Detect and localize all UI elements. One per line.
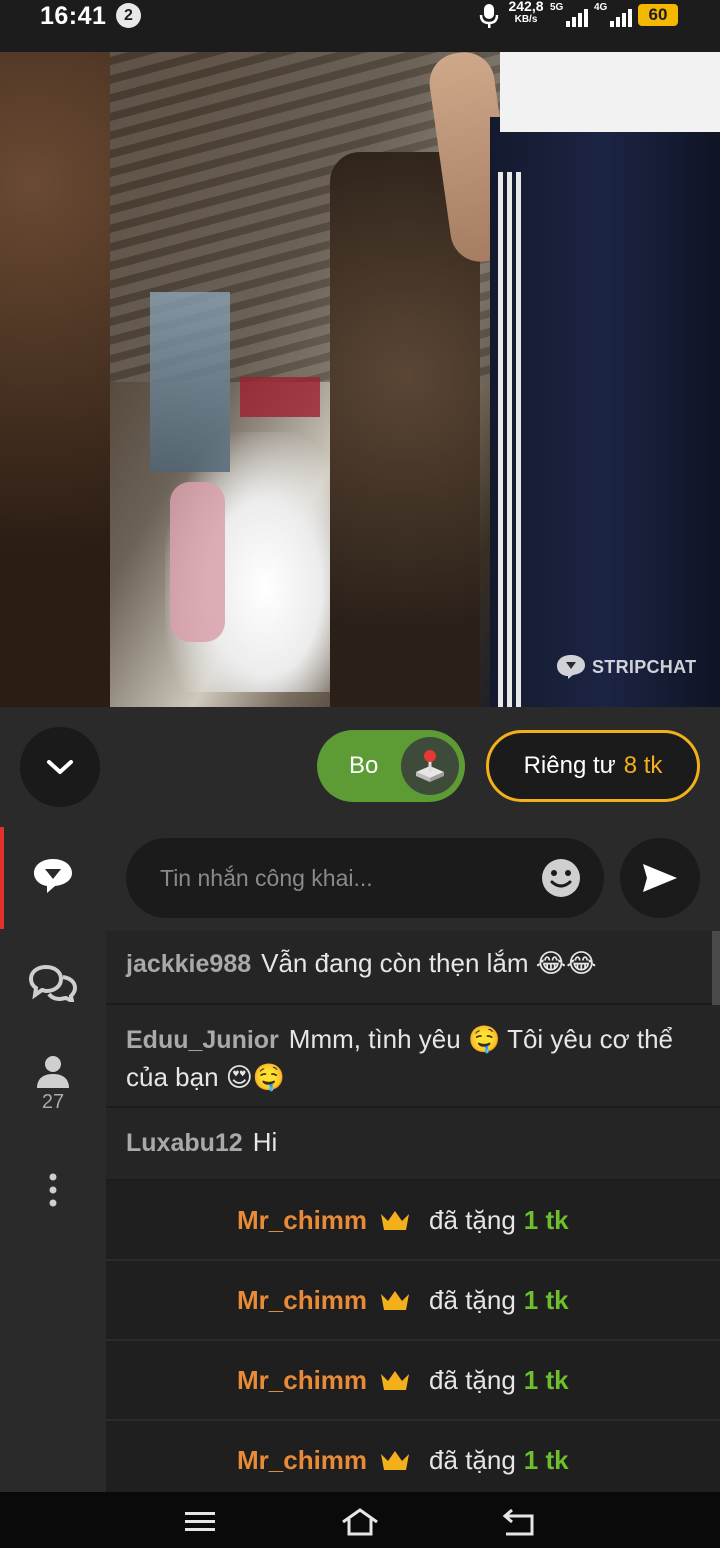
message-text: Vẫn đang còn thẹn lắm 😂😂	[261, 948, 597, 978]
crown-icon	[381, 1451, 410, 1470]
live-video[interactable]: STRIPCHAT	[0, 52, 720, 707]
crown-icon	[381, 1211, 410, 1230]
message-username[interactable]: Eduu_Junior	[126, 1026, 279, 1054]
chevron-down-icon	[47, 760, 73, 774]
crown-icon	[381, 1291, 410, 1310]
tipper-username[interactable]: Mr_chimm	[237, 1445, 367, 1476]
messages-icon	[29, 964, 77, 1002]
chat-message: Eduu_Junior Mmm, tình yêu 🤤 Tôi yêu cơ th…	[106, 1005, 720, 1108]
collapse-button[interactable]	[20, 727, 100, 807]
battery-icon: 60	[638, 4, 678, 26]
stripchat-logo-icon	[557, 655, 585, 679]
tip-action: đã tặng	[429, 1364, 516, 1395]
tip-button-label: Bo	[349, 752, 379, 779]
tab-viewers[interactable]: 27	[0, 1055, 106, 1114]
microphone-icon	[479, 4, 499, 28]
send-button[interactable]	[620, 838, 700, 918]
chat-input-row	[106, 827, 720, 931]
tip-amount: 1 tk	[523, 1204, 569, 1235]
user-icon	[37, 1056, 69, 1088]
tab-private-messages[interactable]	[0, 964, 106, 1002]
chat-message-list[interactable]: jackkie988 Vẫn đang còn thẹn lắm 😂😂 Eduu_…	[106, 931, 720, 1492]
chat-side-rail: 27	[0, 827, 106, 1492]
watermark-text: STRIPCHAT	[592, 656, 697, 677]
tip-action: đã tặng	[429, 1444, 516, 1475]
tab-public-chat[interactable]	[0, 857, 106, 895]
tipper-username[interactable]: Mr_chimm	[237, 1285, 367, 1316]
more-vertical-icon	[49, 1173, 57, 1207]
tipper-username[interactable]: Mr_chimm	[237, 1365, 367, 1396]
tip-amount: 1 tk	[523, 1284, 569, 1315]
chat-bubble-icon	[34, 859, 72, 893]
home-icon[interactable]	[340, 1506, 380, 1536]
tip-action: đã tặng	[429, 1204, 516, 1235]
tip-action: đã tặng	[429, 1284, 516, 1315]
back-icon[interactable]	[500, 1506, 540, 1536]
status-time: 16:41	[40, 2, 107, 30]
public-message-input[interactable]	[126, 838, 604, 918]
message-username[interactable]: jackkie988	[126, 950, 251, 978]
chat-message: jackkie988 Vẫn đang còn thẹn lắm 😂😂	[106, 931, 720, 1005]
joystick-icon	[401, 737, 459, 795]
private-label: Riêng tư	[523, 752, 616, 779]
viewer-count: 27	[41, 1091, 65, 1113]
signal-5g-icon: 5G	[550, 2, 588, 30]
tip-amount: 1 tk	[523, 1444, 569, 1475]
more-options-button[interactable]	[0, 1173, 106, 1207]
chat-scrollbar[interactable]	[712, 931, 720, 1005]
tip-notification: Mr_chimm đã tặng 1 tk	[106, 1261, 720, 1341]
tip-amount: 1 tk	[523, 1364, 569, 1395]
message-username[interactable]: Luxabu12	[126, 1129, 243, 1157]
chat-message: Luxabu12 Hi	[106, 1108, 720, 1181]
notification-badge: 2	[116, 3, 141, 28]
send-icon	[643, 864, 677, 892]
crown-icon	[381, 1371, 410, 1390]
stripchat-watermark: STRIPCHAT	[556, 654, 696, 680]
tip-notification: Mr_chimm đã tặng 1 tk	[106, 1421, 720, 1492]
system-navigation-bar	[0, 1492, 720, 1548]
network-speed: 242,8 KB/s	[508, 0, 544, 25]
private-price: 8 tk	[623, 752, 663, 779]
message-text: Hi	[252, 1127, 278, 1157]
private-show-button[interactable]: Riêng tư 8 tk	[486, 730, 700, 802]
tip-notification: Mr_chimm đã tặng 1 tk	[106, 1341, 720, 1421]
menu-icon[interactable]	[180, 1506, 220, 1536]
tipper-username[interactable]: Mr_chimm	[237, 1205, 367, 1236]
control-bar: Bo Riêng tư 8 tk	[0, 707, 720, 827]
tip-button[interactable]: Bo	[317, 730, 465, 802]
tip-notification: Mr_chimm đã tặng 1 tk	[106, 1181, 720, 1261]
status-bar: 16:41 2 242,8 KB/s 5G 4G 60	[0, 0, 720, 52]
signal-4g-icon: 4G	[594, 2, 632, 30]
emoji-icon[interactable]	[540, 857, 582, 899]
